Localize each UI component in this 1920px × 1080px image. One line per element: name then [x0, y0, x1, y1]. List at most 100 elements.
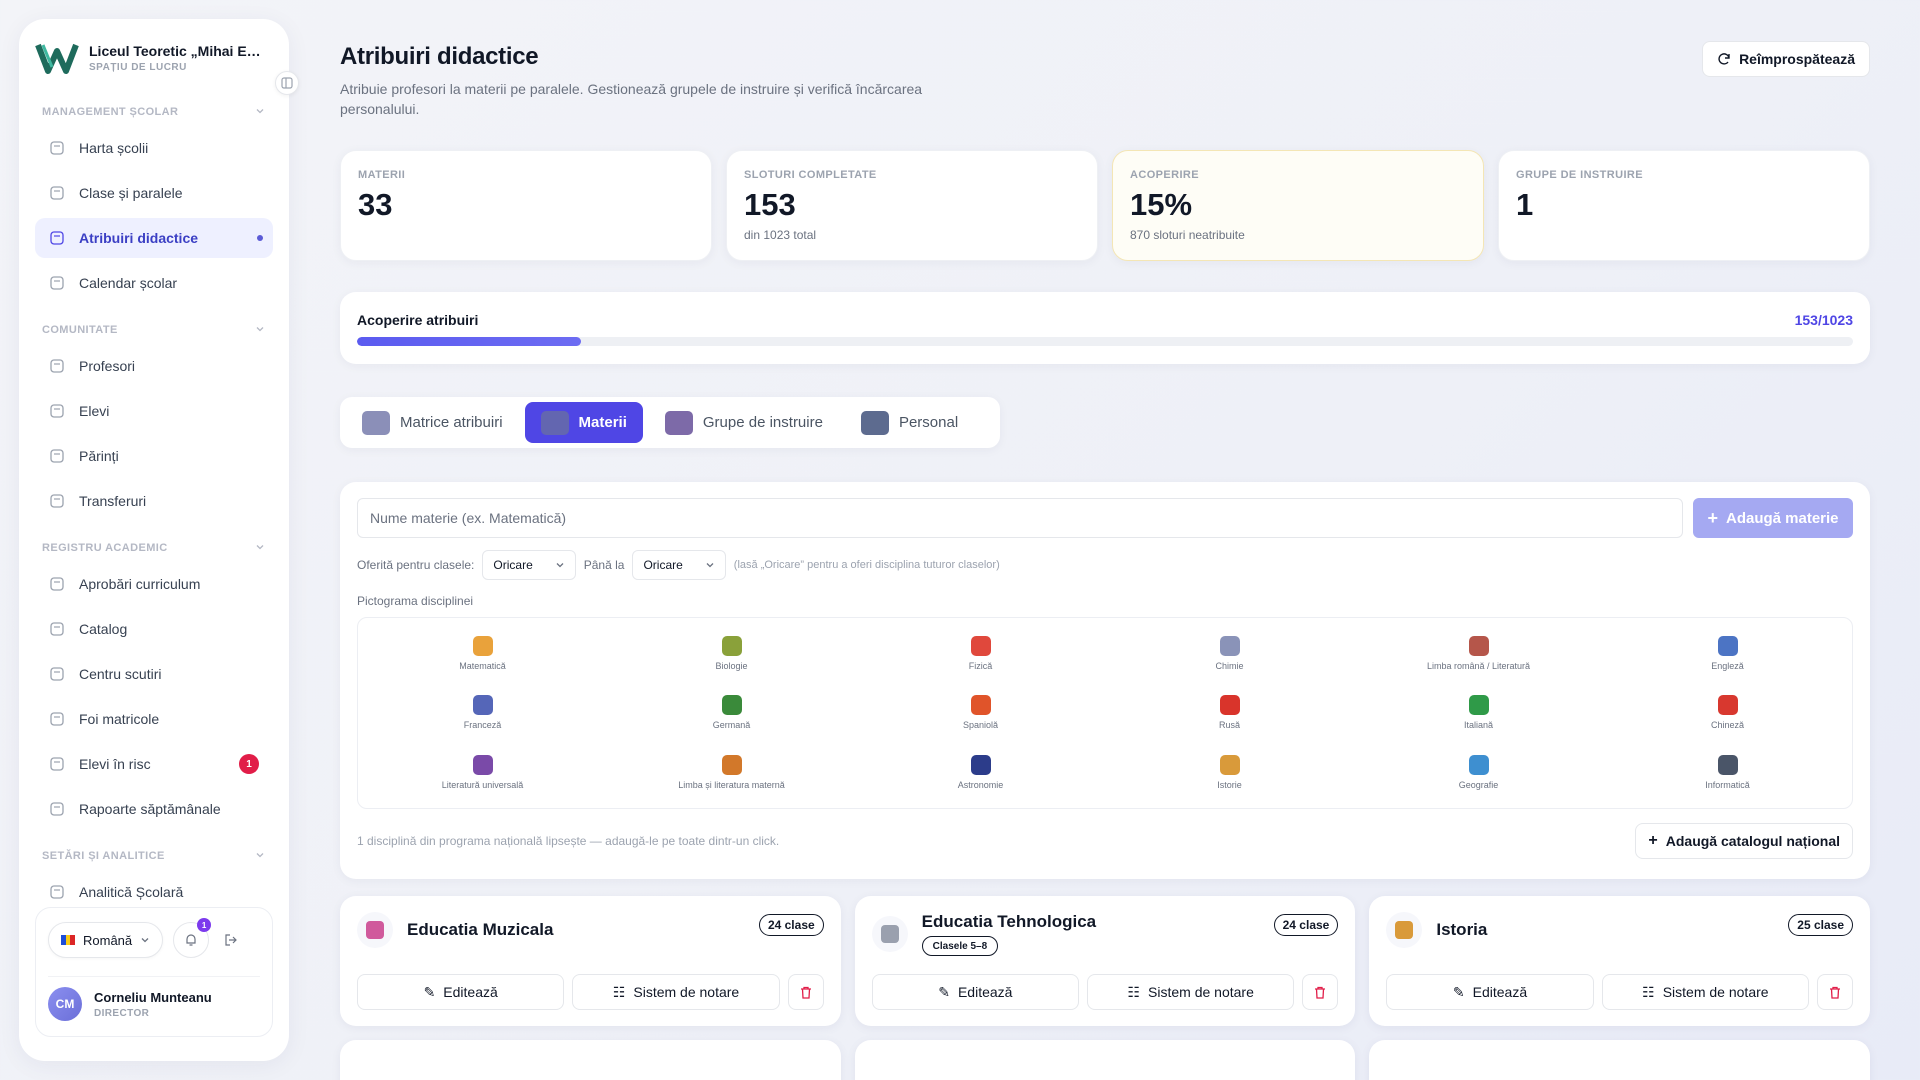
grade-to-value: Oricare: [643, 558, 683, 572]
language-selector[interactable]: Română: [48, 922, 164, 958]
subject-icon-option[interactable]: Literatură universală: [358, 743, 607, 802]
subject-icon-option[interactable]: Informatică: [1603, 743, 1852, 802]
sidebar-item[interactable]: Clase și paralele: [35, 173, 273, 213]
chevron-down-icon: [255, 542, 265, 555]
sidebar-section-title: COMUNITATE: [42, 324, 118, 336]
collapse-sidebar-button[interactable]: [275, 71, 299, 95]
grading-system-button[interactable]: ☷ Sistem de notare: [1601, 974, 1810, 1010]
subject-icon-option[interactable]: Chimie: [1105, 624, 1354, 683]
grade-hint: (lasă „Oricare” pentru a oferi disciplin…: [733, 559, 1000, 571]
user-profile[interactable]: CM Corneliu Munteanu DIRECTOR: [48, 976, 260, 1021]
sidebar-item[interactable]: Aprobări curriculum: [35, 564, 273, 604]
sidebar-section-header[interactable]: COMUNITATE: [35, 319, 273, 341]
book-open-icon: [50, 231, 64, 245]
sidebar-item[interactable]: Analitică Școlară: [35, 872, 273, 912]
sidebar-item[interactable]: Transferuri: [35, 481, 273, 521]
sidebar-section-header[interactable]: MANAGEMENT ȘCOLAR: [35, 101, 273, 123]
subject-icon-option[interactable]: Astronomie: [856, 743, 1105, 802]
subject-icon-option[interactable]: Franceză: [358, 683, 607, 742]
refresh-icon: [1718, 53, 1730, 65]
sidebar-item[interactable]: Calendar școlar: [35, 263, 273, 303]
grading-system-button[interactable]: ☷ Sistem de notare: [1087, 974, 1295, 1010]
sidebar-item[interactable]: Harta școlii: [35, 128, 273, 168]
plus-icon: +: [1707, 508, 1718, 528]
sidebar-item-label: Elevi: [79, 403, 110, 419]
sidebar-section-header[interactable]: REGISTRU ACADEMIC: [35, 537, 273, 559]
refresh-label: Reîmprospătează: [1739, 51, 1855, 67]
subject-card: Educatia Tehnologica Clasele 5–8 24 clase ✎…: [854, 896, 1356, 1026]
add-subject-panel: Nume materie (ex. Matematică) + Adaugă m…: [340, 482, 1870, 879]
edit-button[interactable]: ✎ Editează: [357, 974, 565, 1010]
subject-icon-option[interactable]: Engleză: [1603, 624, 1852, 683]
stat-label: MATERII: [358, 169, 406, 181]
brand[interactable]: Liceul Teoretic „Mihai Emi… SPAȚIU DE LU…: [35, 37, 273, 79]
edit-button[interactable]: ✎ Editează: [871, 974, 1080, 1010]
notebook-icon: [50, 577, 64, 591]
delete-button[interactable]: [1817, 974, 1854, 1010]
tab[interactable]: Grupe de instruire: [649, 402, 839, 443]
edit-button[interactable]: ✎ Editează: [1386, 974, 1594, 1010]
subject-icon: [1219, 636, 1240, 657]
subject-icon-option[interactable]: Matematică: [358, 624, 607, 683]
subject-icon-option[interactable]: Germană: [607, 683, 856, 742]
tab[interactable]: Materii: [524, 402, 643, 443]
stat-card-coverage: ACOPERIRE 15% 870 sloturi neatribuite: [1112, 150, 1484, 261]
refresh-button[interactable]: Reîmprospătează: [1702, 41, 1870, 77]
tab-bar: Matrice atribuiri Materii Grupe de instrui…: [340, 397, 1000, 448]
add-subject-button[interactable]: + Adaugă materie: [1693, 498, 1853, 538]
add-national-catalog-button[interactable]: + Adaugă catalogul național: [1635, 823, 1853, 859]
subject-icon-name: Rusă: [1218, 720, 1240, 731]
sidebar-item[interactable]: Catalog: [35, 609, 273, 649]
tab-label: Materii: [578, 414, 627, 431]
subject-icon-name: Chineză: [1710, 720, 1745, 731]
sidebar-item[interactable]: Profesori: [35, 346, 273, 386]
notifications-button[interactable]: 1: [173, 918, 212, 958]
subject-card[interactable]: [1369, 1040, 1871, 1080]
grade-to-select[interactable]: Oricare: [632, 550, 726, 580]
file-text-icon: [50, 712, 64, 726]
tab[interactable]: Personal: [845, 402, 974, 443]
romania-flag-icon: [61, 935, 76, 945]
tab[interactable]: Matrice atribuiri: [346, 402, 519, 443]
sidebar-item-label: Clase și paralele: [79, 185, 183, 201]
subject-icon-option[interactable]: Chineză: [1603, 683, 1852, 742]
graduation-cap-icon: [50, 404, 64, 418]
subject-card[interactable]: [340, 1040, 841, 1080]
page-subtitle: Atribuie profesori la materii pe paralel…: [340, 81, 923, 117]
subject-card-icon: [357, 912, 393, 948]
subject-name-input[interactable]: Nume materie (ex. Matematică): [357, 498, 1683, 538]
sidebar-item-label: Aprobări curriculum: [79, 576, 201, 592]
sidebar-item[interactable]: Centru scutiri: [35, 654, 273, 694]
subject-icon-option[interactable]: Biologie: [607, 624, 856, 683]
sidebar-item[interactable]: Rapoarte săptămânale: [35, 789, 273, 829]
grading-system-label: Sistem de notare: [633, 984, 740, 1000]
sidebar-item[interactable]: Foi matricole: [35, 699, 273, 739]
subject-icon-name: Fizică: [968, 661, 993, 672]
subject-icon-option[interactable]: Fizică: [856, 624, 1105, 683]
sidebar-item[interactable]: Părinți: [35, 436, 273, 476]
subject-icon-name: Biologie: [715, 661, 748, 672]
sidebar-item[interactable]: Elevi: [35, 391, 273, 431]
grading-system-button[interactable]: ☷ Sistem de notare: [572, 974, 780, 1010]
delete-button[interactable]: [787, 974, 824, 1010]
grade-from-select[interactable]: Oricare: [482, 550, 576, 580]
subject-icon: [1468, 695, 1489, 716]
subject-icon-option[interactable]: Limba și literatura maternă: [607, 743, 856, 802]
subject-card-icon: [1386, 912, 1423, 948]
subject-icon-option[interactable]: Rusă: [1105, 683, 1354, 742]
subject-card[interactable]: [854, 1040, 1356, 1080]
subject-icon: [1717, 636, 1738, 657]
subject-icon-option[interactable]: Istorie: [1105, 743, 1354, 802]
sidebar-item[interactable]: Elevi în risc 1: [35, 744, 273, 784]
subject-icon-option[interactable]: Italiană: [1354, 683, 1603, 742]
subject-icon-label: Pictograma disciplinei: [357, 594, 474, 608]
subject-icon: [721, 695, 742, 716]
subject-icon-option[interactable]: Geografie: [1354, 743, 1603, 802]
subject-icon-option[interactable]: Spaniolă: [856, 683, 1105, 742]
sidebar-section-header[interactable]: SETĂRI ȘI ANALITICE: [35, 845, 273, 867]
sidebar-item[interactable]: Atribuiri didactice: [35, 218, 273, 258]
subject-icon-option[interactable]: Limba română / Literatură: [1354, 624, 1603, 683]
delete-button[interactable]: [1302, 974, 1339, 1010]
subjects-icon: [540, 410, 569, 435]
logout-button[interactable]: [219, 922, 243, 958]
